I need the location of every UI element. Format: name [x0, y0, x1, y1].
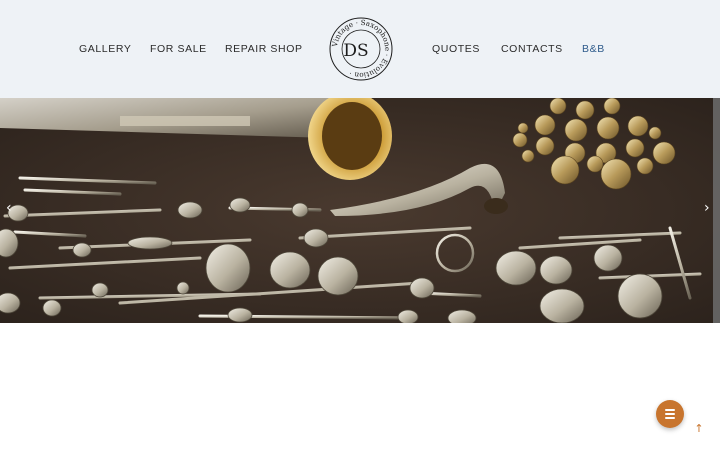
hero-slider: ‹ › [0, 98, 720, 323]
menu-fab-button[interactable] [656, 400, 684, 428]
nav-gallery[interactable]: GALLERY [79, 43, 131, 55]
nav-repair-shop[interactable]: REPAIR SHOP [225, 43, 303, 55]
nav-b-and-b[interactable]: B&B [582, 43, 605, 55]
site-logo[interactable]: Vintage · Saxophone · Evolution · DS [329, 17, 393, 81]
hamburger-menu-icon [665, 409, 675, 411]
nav-for-sale[interactable]: FOR SALE [150, 43, 207, 55]
nav-contacts[interactable]: CONTACTS [501, 43, 563, 55]
hero-image-saxophone-parts [0, 98, 720, 323]
nav-quotes[interactable]: QUOTES [432, 43, 480, 55]
logo-monogram: DS [343, 41, 368, 61]
hero-scrollbar[interactable] [713, 98, 720, 323]
arrow-up-icon[interactable]: ↑ [693, 422, 705, 436]
site-header: GALLERY FOR SALE REPAIR SHOP Vintage · S… [0, 0, 720, 98]
chevron-right-icon[interactable]: › [704, 201, 710, 215]
chevron-left-icon[interactable]: ‹ [6, 201, 12, 215]
